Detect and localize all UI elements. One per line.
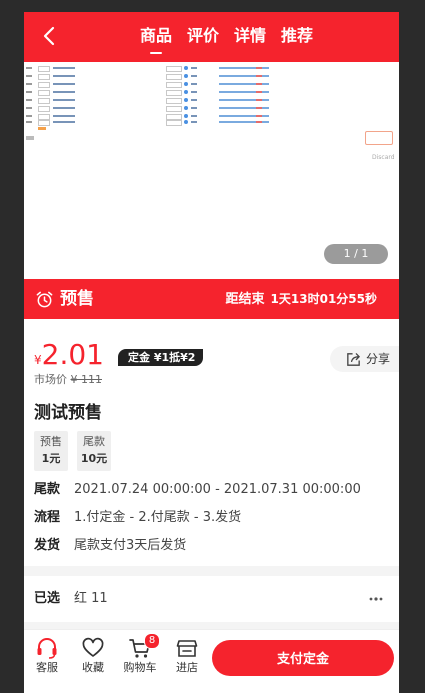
bottom-action-bar: 客服 收藏 8 购物车 进店 支付定金 — [24, 629, 399, 693]
price: ¥2.01 — [34, 339, 104, 371]
store-label: 进店 — [176, 661, 198, 674]
alarm-clock-icon — [36, 291, 53, 308]
tag-label: 预售 — [40, 435, 62, 448]
countdown: 距结束 1天13时01分55秒 — [226, 291, 377, 308]
product-info-card: ¥2.01 定金 ¥1抵¥2 市场价 ¥ 111 分享 测试预售 预售 1元 尾… — [24, 319, 399, 566]
share-button[interactable]: 分享 — [330, 346, 399, 372]
presale-label: 预售 — [60, 289, 94, 309]
selected-label: 已选 — [34, 591, 61, 606]
cart-button[interactable]: 8 购物车 — [118, 633, 162, 675]
tab-bar: 商品 评价 详情 推荐 — [140, 24, 313, 54]
tag-value: 10元 — [80, 452, 108, 465]
market-price-value: ¥ 111 — [70, 373, 103, 386]
store-icon — [176, 640, 198, 657]
market-price-label: 市场价 — [34, 373, 67, 386]
selected-option-row[interactable]: 已选 红 11 — [24, 576, 399, 622]
back-arrow-icon[interactable] — [38, 24, 62, 48]
info-value: 尾款支付3天后发货 — [74, 538, 187, 553]
phone-screen: 商品 评价 详情 推荐 Discard 1 / 1 预售 距结束 1天13时01… — [24, 12, 399, 693]
headset-icon — [37, 638, 57, 659]
favorite-label: 收藏 — [82, 661, 104, 674]
tab-recommend[interactable]: 推荐 — [281, 24, 313, 48]
product-title: 测试预售 — [34, 403, 102, 423]
tag-label: 尾款 — [83, 435, 105, 448]
more-dots-icon[interactable] — [368, 590, 384, 608]
top-nav-bar: 商品 评价 详情 推荐 — [24, 12, 399, 62]
product-image-gallery[interactable]: Discard 1 / 1 — [24, 62, 399, 279]
countdown-label: 距结束 — [225, 292, 265, 307]
cart-count-badge: 8 — [144, 633, 160, 649]
info-key: 发货 — [34, 538, 61, 553]
price-value: 2.01 — [41, 338, 104, 371]
share-label: 分享 — [366, 352, 391, 366]
currency-symbol: ¥ — [34, 353, 42, 367]
tab-details[interactable]: 详情 — [234, 24, 266, 48]
deposit-tag: 定金 ¥1抵¥2 — [118, 349, 204, 366]
info-key: 流程 — [34, 510, 61, 525]
market-price: 市场价 ¥ 111 — [34, 371, 102, 387]
balance-price-tag: 尾款 10元 — [77, 431, 111, 471]
selected-value: 红 11 — [74, 591, 108, 606]
price-tags: 预售 1元 尾款 10元 — [34, 431, 111, 471]
tag-value: 1元 — [41, 452, 61, 465]
customer-service-button[interactable]: 客服 — [25, 637, 69, 675]
info-value: 1.付定金 - 2.付尾款 - 3.发货 — [74, 510, 242, 525]
presale-price-tag: 预售 1元 — [34, 431, 68, 471]
favorite-button[interactable]: 收藏 — [71, 637, 115, 675]
discard-label: Discard — [372, 154, 395, 161]
image-counter: 1 / 1 — [324, 244, 388, 264]
service-label: 客服 — [36, 661, 58, 674]
heart-icon — [82, 637, 104, 657]
tab-goods[interactable]: 商品 — [140, 24, 172, 54]
cart-label: 购物车 — [123, 661, 157, 674]
presale-banner: 预售 距结束 1天13时01分55秒 — [24, 279, 399, 319]
countdown-value: 1天13时01分55秒 — [270, 292, 377, 306]
info-value: 2021.07.24 00:00:00 - 2021.07.31 00:00:0… — [74, 482, 361, 497]
store-button[interactable]: 进店 — [165, 637, 209, 675]
share-icon — [347, 353, 360, 366]
tab-reviews[interactable]: 评价 — [187, 24, 219, 48]
pay-deposit-button[interactable]: 支付定金 — [212, 640, 394, 676]
info-key: 尾款 — [34, 482, 61, 497]
